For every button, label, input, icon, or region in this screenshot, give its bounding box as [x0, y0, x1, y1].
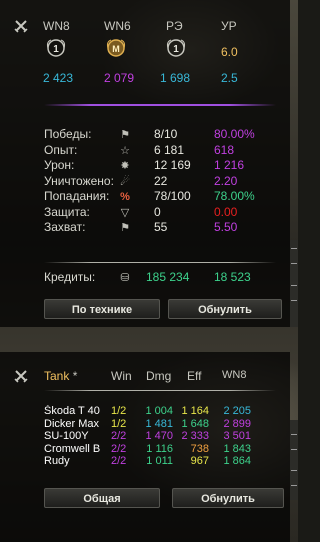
explosion-icon: ✸: [120, 160, 130, 172]
svg-text:1: 1: [53, 44, 59, 55]
ur-rating-value: 2.5: [221, 71, 238, 85]
stat-average: 618: [214, 142, 235, 157]
tank-eff: 967: [190, 455, 209, 468]
re-value: 1 698: [160, 71, 191, 85]
separator-purple: [44, 104, 276, 106]
stat-average: 5.50: [214, 220, 238, 234]
stat-value: 8/10: [154, 127, 178, 141]
stat-label: Захват:: [44, 220, 86, 234]
by-vehicle-button[interactable]: По технике: [44, 299, 160, 319]
tank-name: Cromwell B: [44, 442, 101, 455]
stat-label: Уничтожено:: [44, 173, 114, 188]
crossed-swords-icon: [14, 369, 28, 383]
coins-icon: ⛁: [120, 272, 130, 284]
tank-win: 2/2: [111, 430, 127, 443]
rank-1-badge-icon: 1: [166, 38, 186, 58]
stat-average: 2.20: [214, 173, 238, 188]
credits-average: 18 523: [214, 270, 251, 284]
stat-value: 6 181: [154, 142, 185, 157]
percent-icon: %: [120, 191, 130, 203]
credits-total: 185 234: [146, 270, 190, 284]
tank-dmg: 1 470: [145, 430, 173, 443]
star-icon: ☆: [120, 144, 130, 157]
stat-value: 22: [154, 173, 168, 188]
tank-destroyed-icon: ☄: [120, 175, 130, 188]
stat-label: Опыт:: [44, 142, 78, 157]
wn6-value: 2 079: [104, 71, 135, 85]
capture-icon: ⚑: [120, 222, 130, 234]
tank-eff: 1 164: [181, 405, 209, 417]
tank-name: Rudy: [44, 455, 70, 468]
stat-value: 12 169: [154, 158, 191, 172]
header-wn8: WN8: [43, 19, 70, 33]
stat-average: 80.00%: [214, 127, 255, 141]
stat-label: Победы:: [44, 127, 92, 141]
separator-gray: [44, 262, 276, 263]
reset-button[interactable]: Обнулить: [168, 299, 282, 319]
tank-wn8: 1 843: [223, 442, 251, 455]
svg-text:M: M: [112, 44, 120, 54]
tank-header: Tank *: [44, 369, 78, 383]
stat-value: 55: [154, 220, 168, 234]
tank-name: SU-100Y: [44, 430, 89, 443]
tank-wn8: 3 501: [223, 430, 251, 443]
stat-label: Защита:: [44, 204, 90, 219]
stat-average: 1 216: [214, 158, 245, 172]
general-button[interactable]: Общая: [44, 488, 160, 508]
tank-dmg: 1 011: [146, 455, 173, 468]
tank-win: 1/2: [111, 417, 127, 430]
separator-gray: [44, 390, 276, 391]
header-ur: УР: [221, 19, 237, 33]
reset-button[interactable]: Обнулить: [172, 488, 284, 508]
tank-wn8: 2 205: [223, 405, 251, 417]
stat-label: Урон:: [44, 158, 75, 172]
stat-average: 0.00: [214, 204, 238, 219]
tank-eff: 2 333: [181, 430, 209, 443]
tank-dmg: 1 481: [145, 417, 173, 430]
shield-icon: ▽: [120, 206, 130, 219]
rank-1-badge-icon: 1: [46, 38, 66, 58]
win-header: Win: [111, 369, 132, 383]
tank-win: 2/2: [111, 442, 127, 455]
header-wn6: WN6: [104, 19, 131, 33]
wn8-value: 2 423: [43, 71, 74, 85]
tank-wn8: 1 864: [223, 455, 251, 468]
stat-average: 78.00%: [214, 189, 255, 203]
ur-value: 6.0: [221, 45, 238, 59]
scroll-grip[interactable]: [291, 248, 297, 264]
tank-eff: 1 648: [181, 417, 209, 430]
flag-icon: ⚑: [120, 129, 130, 141]
master-badge-icon: M: [106, 38, 126, 58]
tank-eff: 738: [190, 442, 209, 455]
tank-win: 1/2: [111, 405, 127, 417]
stat-value: 0: [154, 204, 161, 219]
tank-win: 2/2: [111, 455, 127, 468]
crossed-swords-icon: [14, 19, 28, 33]
scrollbar[interactable]: [290, 420, 298, 500]
dmg-header: Dmg: [146, 369, 172, 383]
tank-name: Škoda T 40: [44, 405, 100, 417]
svg-text:1: 1: [173, 44, 179, 55]
scroll-grip[interactable]: [291, 470, 297, 486]
stat-label: Попадания:: [44, 189, 110, 203]
eff-header: Eff: [187, 369, 202, 383]
stat-value: 78/100: [154, 189, 191, 203]
tank-dmg: 1 116: [146, 442, 173, 455]
credits-label: Кредиты:: [44, 270, 96, 284]
scroll-grip[interactable]: [291, 285, 297, 301]
header-re: РЭ: [166, 19, 183, 33]
scroll-grip[interactable]: [291, 434, 297, 450]
tank-name: Dicker Max: [44, 417, 100, 430]
wn8-header: WN8: [222, 369, 247, 381]
tank-dmg: 1 004: [145, 405, 173, 417]
tank-wn8: 2 899: [223, 417, 251, 430]
